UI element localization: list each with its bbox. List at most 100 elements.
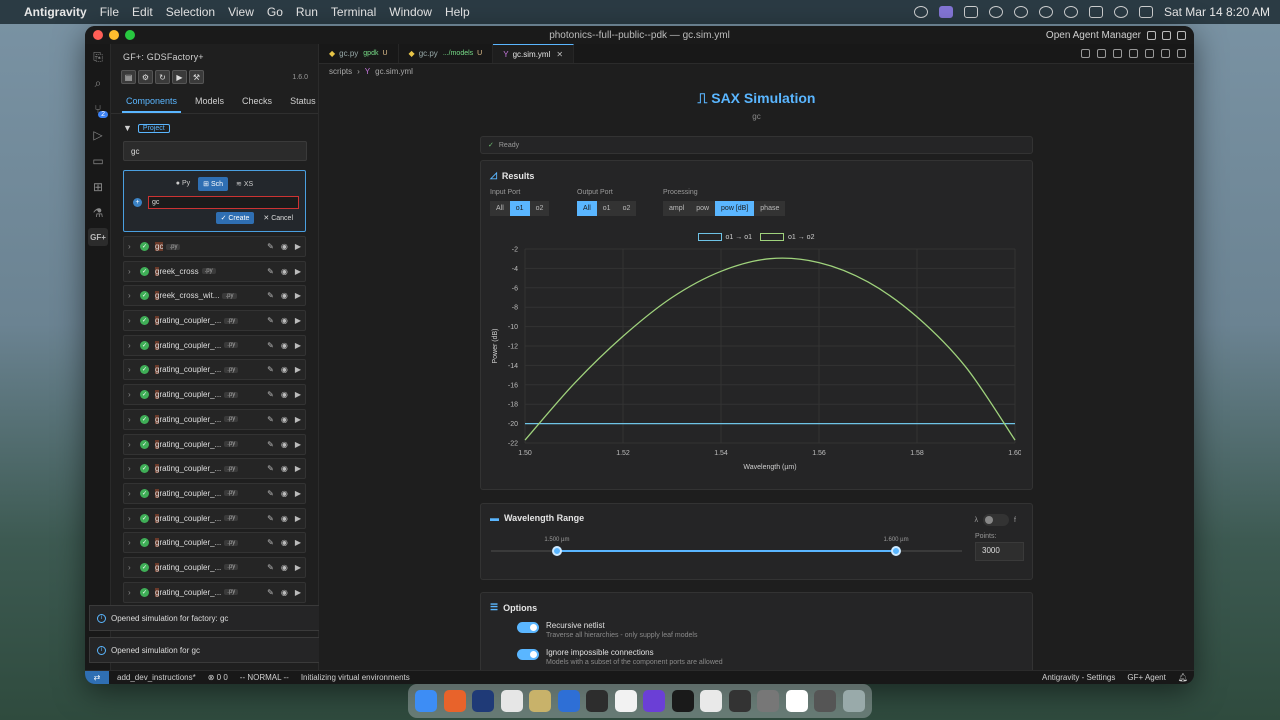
eye-icon[interactable]: ◉ — [281, 415, 288, 424]
edit-icon[interactable]: ✎ — [267, 440, 274, 449]
menu-help[interactable]: Help — [445, 5, 470, 19]
processing-option[interactable]: ampl — [663, 201, 691, 216]
component-row[interactable]: › ✓ grating_coupler_... .py ✎ ◉ ▶ — [123, 556, 306, 578]
diff-icon[interactable] — [1145, 49, 1154, 58]
run-debug-icon[interactable]: ▷ — [85, 122, 111, 148]
sidebar-toggle-icon[interactable] — [1162, 30, 1171, 40]
play-icon[interactable]: ▶ — [295, 563, 301, 572]
info-icon[interactable] — [988, 6, 1003, 18]
menu-app-name[interactable]: Antigravity — [24, 5, 87, 19]
project-filter-badge[interactable]: Project — [137, 123, 170, 133]
notes-app-icon[interactable] — [785, 690, 808, 712]
create-button[interactable]: ✓ Create — [215, 212, 255, 224]
play-icon[interactable]: ▶ — [295, 242, 301, 251]
eye-icon[interactable]: ◉ — [281, 440, 288, 449]
input-port-option[interactable]: All — [490, 201, 510, 216]
problems-indicator[interactable]: ⊗ 0 0 — [208, 673, 228, 682]
preview-icon[interactable] — [1113, 49, 1122, 58]
chevron-right-icon[interactable]: › — [128, 242, 138, 251]
chevron-right-icon[interactable]: › — [128, 464, 138, 473]
firefox-icon[interactable] — [443, 690, 466, 712]
component-row[interactable]: › ✓ greek_cross .py ✎ ◉ ▶ — [123, 260, 306, 282]
close-tab-icon[interactable]: ✕ — [556, 50, 563, 59]
menu-window[interactable]: Window — [389, 5, 432, 19]
menu-file[interactable]: File — [100, 5, 119, 19]
filter-icon[interactable]: ▼ — [123, 123, 132, 133]
chevron-right-icon[interactable]: › — [128, 440, 138, 449]
edit-icon[interactable]: ✎ — [267, 341, 274, 350]
eye-icon[interactable]: ◉ — [281, 267, 288, 276]
chevron-right-icon[interactable]: › — [128, 538, 138, 547]
legend-item[interactable]: o1 → o1 — [697, 233, 752, 241]
tab-status[interactable]: Status — [286, 90, 318, 113]
component-row[interactable]: › ✓ greek_cross_wit... .py ✎ ◉ ▶ — [123, 285, 306, 307]
menu-edit[interactable]: Edit — [132, 5, 153, 19]
type-py-option[interactable]: ● Py — [171, 177, 195, 191]
output-port-option[interactable]: o2 — [616, 201, 637, 216]
edit-icon[interactable]: ✎ — [267, 291, 274, 300]
play-icon[interactable]: ▶ — [295, 291, 301, 300]
component-row[interactable]: › ✓ grating_coupler_... .py ✎ ◉ ▶ — [123, 359, 306, 381]
refresh-icon[interactable]: ↻ — [155, 70, 170, 84]
tool-icon[interactable]: ⚒ — [189, 70, 204, 84]
eye-icon[interactable]: ◉ — [281, 588, 288, 597]
component-row[interactable]: › ✓ grating_coupler_... .py ✎ ◉ ▶ — [123, 581, 306, 603]
chevron-right-icon[interactable]: › — [128, 563, 138, 572]
screen-recording-icon[interactable] — [938, 6, 953, 18]
component-row[interactable]: › ✓ gc .py ✎ ◉ ▶ — [123, 236, 306, 257]
output-port-option[interactable]: o1 — [596, 201, 617, 216]
play-icon[interactable]: ▶ — [295, 514, 301, 523]
breadcrumb-folder[interactable]: scripts — [329, 67, 352, 76]
grid-icon[interactable] — [1097, 49, 1106, 58]
play-icon[interactable]: ▶ — [295, 267, 301, 276]
folder-icon[interactable]: ▤ — [121, 70, 136, 84]
eye-icon[interactable]: ◉ — [281, 341, 288, 350]
edit-icon[interactable]: ✎ — [267, 514, 274, 523]
clock[interactable]: Sat Mar 14 8:20 AM — [1164, 5, 1270, 19]
eye-icon[interactable]: ◉ — [281, 563, 288, 572]
play-icon[interactable]: ▶ — [295, 341, 301, 350]
edit-icon[interactable]: ✎ — [267, 365, 274, 374]
recursive-netlist-toggle[interactable] — [517, 622, 539, 633]
desktop-folder-icon[interactable] — [814, 690, 837, 712]
edit-icon[interactable]: ✎ — [267, 588, 274, 597]
play-icon[interactable]: ▶ — [295, 365, 301, 374]
gf-plus-icon[interactable]: GF+ — [88, 228, 108, 246]
menu-run[interactable]: Run — [296, 5, 318, 19]
edit-icon[interactable]: ✎ — [267, 563, 274, 572]
control-center-icon[interactable] — [1138, 6, 1153, 18]
remote-explorer-icon[interactable]: ▭ — [85, 148, 111, 174]
tab-checks[interactable]: Checks — [238, 90, 276, 113]
menu-terminal[interactable]: Terminal — [331, 5, 376, 19]
edit-icon[interactable]: ✎ — [267, 538, 274, 547]
component-row[interactable]: › ✓ grating_coupler_... .py ✎ ◉ ▶ — [123, 433, 306, 455]
points-input[interactable]: 3000 — [975, 542, 1024, 561]
chevron-right-icon[interactable]: › — [128, 267, 138, 276]
component-row[interactable]: › ✓ grating_coupler_... .py ✎ ◉ ▶ — [123, 408, 306, 430]
more-actions-icon[interactable] — [1177, 49, 1186, 58]
vscode-icon[interactable] — [472, 690, 495, 712]
eye-icon[interactable]: ◉ — [281, 464, 288, 473]
lambda-frequency-toggle[interactable]: λ f — [975, 514, 1016, 526]
cloud-icon[interactable] — [1013, 6, 1028, 18]
component-row[interactable]: › ✓ grating_coupler_... .py ✎ ◉ ▶ — [123, 507, 306, 529]
edit-icon[interactable]: ✎ — [267, 464, 274, 473]
chrome-icon[interactable] — [500, 690, 523, 712]
activity-monitor-icon[interactable] — [671, 690, 694, 712]
new-component-name-input[interactable] — [148, 196, 299, 209]
finder-icon[interactable] — [415, 690, 438, 712]
explorer-icon[interactable]: ⎘ — [85, 44, 111, 70]
eye-icon[interactable]: ◉ — [281, 291, 288, 300]
processing-option[interactable]: pow — [690, 201, 716, 216]
edit-icon[interactable]: ✎ — [267, 316, 274, 325]
tab-gc-sim-yml[interactable]: Y gc.sim.yml ✕ — [493, 44, 575, 63]
bell-icon[interactable]: 🔔︎ — [1178, 673, 1188, 682]
component-search-input[interactable] — [123, 141, 307, 161]
tab-gc-py-models[interactable]: ◆ gc.py .../models U — [399, 44, 494, 63]
input-port-option[interactable]: o1 — [509, 201, 530, 216]
tab-gc-py-gpdk[interactable]: ◆ gc.py gpdk U — [319, 44, 399, 63]
settings-status-item[interactable]: Antigravity - Settings — [1042, 673, 1115, 682]
component-row[interactable]: › ✓ grating_coupler_... .py ✎ ◉ ▶ — [123, 458, 306, 480]
battery-icon[interactable] — [1088, 6, 1103, 18]
component-row[interactable]: › ✓ grating_coupler_... .py ✎ ◉ ▶ — [123, 384, 306, 406]
